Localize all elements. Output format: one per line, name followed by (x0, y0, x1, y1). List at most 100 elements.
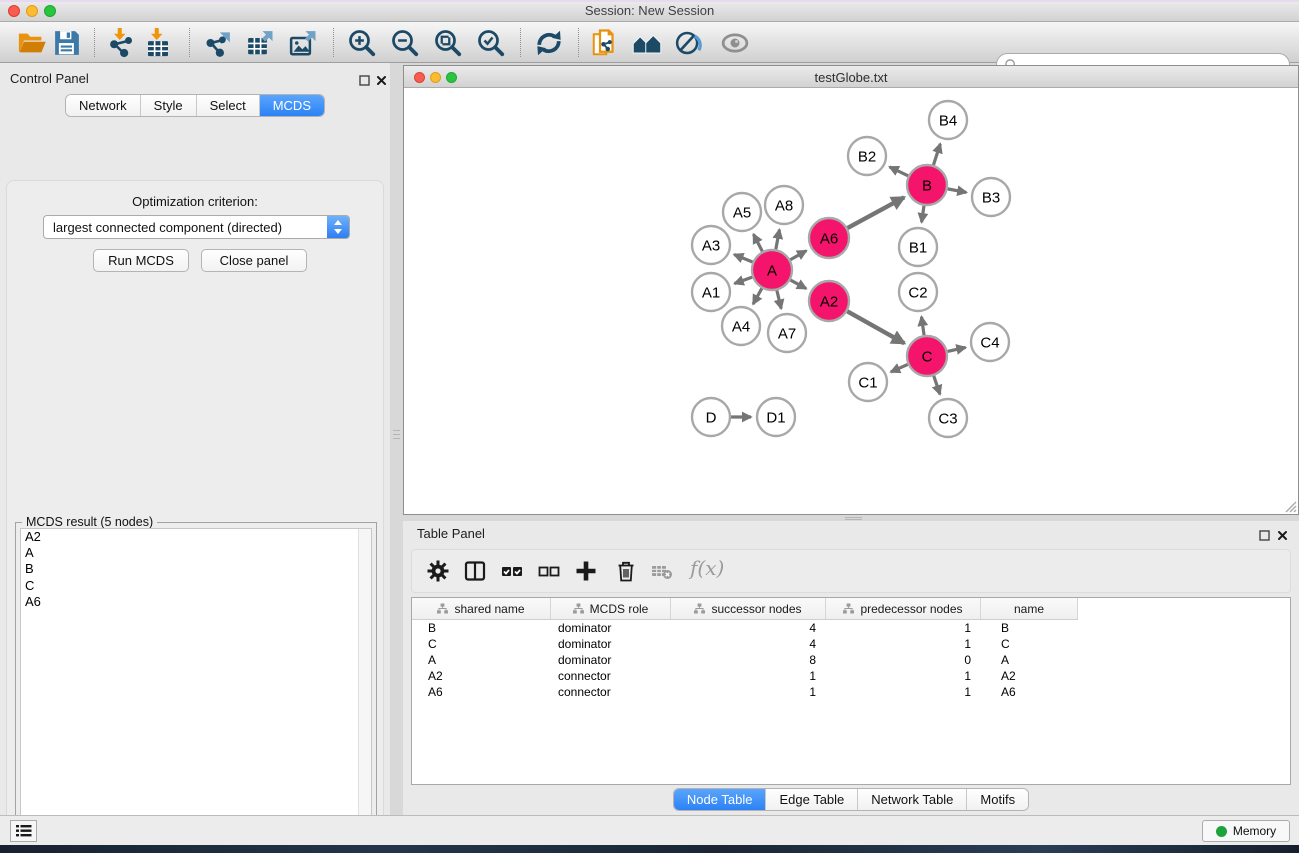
node-A6[interactable]: A6 (809, 218, 849, 258)
edge-A-A1[interactable] (735, 277, 753, 283)
window-resize-grip[interactable] (1283, 499, 1297, 513)
table-row[interactable]: Cdominator41C (412, 636, 1290, 652)
run-mcds-button[interactable]: Run MCDS (93, 249, 189, 272)
memory-button[interactable]: Memory (1202, 820, 1290, 842)
task-history-button[interactable] (10, 820, 37, 842)
column-header-predecessor-nodes[interactable]: predecessor nodes (826, 598, 981, 619)
table-row[interactable]: A6connector11A6 (412, 684, 1290, 700)
export-network-icon[interactable] (203, 28, 233, 58)
mcds-result-item[interactable]: B (21, 561, 371, 577)
tab-network[interactable]: Network (66, 95, 140, 116)
edge-C-C4[interactable] (947, 347, 965, 351)
edge-C-C1[interactable] (891, 364, 908, 371)
node-C2[interactable]: C2 (899, 273, 937, 311)
float-table-panel-icon[interactable] (1259, 528, 1270, 539)
zoom-fit-icon[interactable] (433, 28, 463, 58)
node-C[interactable]: C (907, 336, 947, 376)
float-panel-icon[interactable] (359, 73, 370, 84)
mcds-result-list[interactable]: A2ABCA6 (20, 528, 372, 853)
node-C3[interactable]: C3 (929, 399, 967, 437)
tab-select[interactable]: Select (196, 95, 259, 116)
edge-A-A3[interactable] (734, 254, 752, 262)
mcds-result-item[interactable]: A2 (21, 529, 371, 545)
table-row[interactable]: Bdominator41B (412, 620, 1290, 636)
edge-A2-C[interactable] (847, 311, 904, 343)
mcds-result-item[interactable]: C (21, 578, 371, 594)
node-A7[interactable]: A7 (768, 314, 806, 352)
graphics-details-icon[interactable] (720, 28, 750, 58)
tab-node-table[interactable]: Node Table (674, 789, 766, 810)
node-A[interactable]: A (752, 250, 792, 290)
settings-gear-icon[interactable] (426, 559, 450, 583)
import-network-icon[interactable] (106, 28, 136, 58)
select-all-columns-icon[interactable] (500, 559, 524, 583)
table-row[interactable]: A2connector11A2 (412, 668, 1290, 684)
delete-table-icon[interactable] (650, 559, 674, 583)
node-A4[interactable]: A4 (722, 307, 760, 345)
network-window-titlebar[interactable]: testGlobe.txt (404, 66, 1298, 88)
zoom-selected-icon[interactable] (476, 28, 506, 58)
export-table-icon[interactable] (245, 28, 275, 58)
tab-edge-table[interactable]: Edge Table (765, 789, 857, 810)
mcds-result-item[interactable]: A6 (21, 594, 371, 610)
column-header-MCDS-role[interactable]: MCDS role (551, 598, 671, 619)
edge-A-A8[interactable] (776, 230, 780, 250)
node-D1[interactable]: D1 (757, 398, 795, 436)
show-all-networks-icon[interactable] (632, 28, 662, 58)
node-B3[interactable]: B3 (972, 178, 1010, 216)
zoom-out-icon[interactable] (390, 28, 420, 58)
node-A3[interactable]: A3 (692, 226, 730, 264)
edge-C-C2[interactable] (921, 317, 924, 335)
node-A5[interactable]: A5 (723, 193, 761, 231)
node-A1[interactable]: A1 (692, 273, 730, 311)
vertical-splitter-grip[interactable] (393, 427, 400, 444)
edge-B-B2[interactable] (890, 167, 909, 176)
hide-panels-icon[interactable] (674, 28, 704, 58)
column-header-successor-nodes[interactable]: successor nodes (671, 598, 826, 619)
edge-C-C3[interactable] (934, 376, 940, 394)
edge-A-A7[interactable] (777, 290, 781, 308)
column-header-shared-name[interactable]: shared name (412, 598, 551, 619)
tab-network-table[interactable]: Network Table (857, 789, 966, 810)
import-table-icon[interactable] (143, 28, 173, 58)
export-image-icon[interactable] (288, 28, 318, 58)
node-B4[interactable]: B4 (929, 101, 967, 139)
column-header-name[interactable]: name (981, 598, 1078, 619)
table-row[interactable]: Adominator80A (412, 652, 1290, 668)
close-panel-button[interactable]: Close panel (201, 249, 307, 272)
node-A8[interactable]: A8 (765, 186, 803, 224)
unselect-all-columns-icon[interactable] (537, 559, 561, 583)
network-canvas[interactable]: B4 B2 B B3 A5A8A6 B1 A3 A A1 C2 A2 A4A7 C4 C C1 C3 D D1 (404, 88, 1298, 514)
edge-B-B4[interactable] (933, 144, 940, 165)
list-scrollbar[interactable] (358, 529, 371, 853)
edge-B-B3[interactable] (948, 189, 967, 193)
edge-B-B1[interactable] (922, 206, 924, 222)
node-A2[interactable]: A2 (809, 281, 849, 321)
edge-A-A2[interactable] (790, 280, 806, 289)
edge-A6-B[interactable] (847, 197, 904, 228)
tab-motifs[interactable]: Motifs (966, 789, 1028, 810)
tab-mcds[interactable]: MCDS (259, 95, 324, 116)
close-panel-icon[interactable] (376, 73, 387, 84)
open-session-icon[interactable] (17, 28, 47, 58)
edge-A-A5[interactable] (753, 234, 762, 251)
refresh-icon[interactable] (534, 28, 564, 58)
node-table[interactable]: shared nameMCDS rolesuccessor nodesprede… (411, 597, 1291, 785)
edge-A-A4[interactable] (753, 288, 762, 304)
tab-style[interactable]: Style (140, 95, 196, 116)
node-B[interactable]: B (907, 165, 947, 205)
new-session-from-network-icon[interactable] (590, 28, 620, 58)
mcds-result-item[interactable]: A (21, 545, 371, 561)
node-D[interactable]: D (692, 398, 730, 436)
show-columns-icon[interactable] (463, 559, 487, 583)
create-column-icon[interactable] (574, 559, 598, 583)
node-C4[interactable]: C4 (971, 323, 1009, 361)
edge-A-A6[interactable] (790, 251, 806, 260)
delete-column-icon[interactable] (614, 559, 638, 583)
zoom-in-icon[interactable] (347, 28, 377, 58)
node-C1[interactable]: C1 (849, 363, 887, 401)
close-table-panel-icon[interactable] (1277, 528, 1288, 539)
node-B2[interactable]: B2 (848, 137, 886, 175)
node-B1[interactable]: B1 (899, 228, 937, 266)
function-builder-icon[interactable]: f(x) (690, 556, 724, 580)
